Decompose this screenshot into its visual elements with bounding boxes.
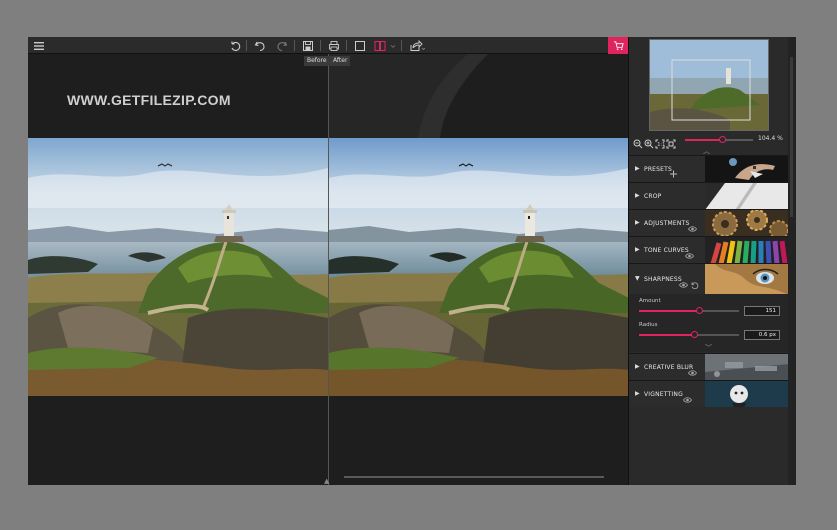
top-toolbar [28, 37, 628, 54]
shopping-cart-button[interactable] [608, 37, 628, 54]
amount-slider-fill [639, 310, 699, 312]
photo-editor-window: WWW.GETFILEZIP.COM ▲ Before After 1:1 10… [28, 37, 796, 485]
horizontal-scrollbar[interactable] [344, 476, 604, 478]
view-dropdown-icon[interactable] [389, 38, 397, 53]
expand-caret-icon: ▶ [635, 363, 640, 370]
reset-section-icon[interactable] [690, 274, 699, 290]
watermark-text: WWW.GETFILEZIP.COM [67, 92, 231, 108]
section-crop[interactable]: ▶ CROP [629, 182, 789, 209]
collapse-section-icon[interactable]: ﹀ [705, 343, 712, 353]
amount-value-field[interactable]: 151 [744, 306, 780, 316]
radius-value-field[interactable]: 0.6 px [744, 330, 780, 340]
section-label: CROP [644, 193, 662, 200]
amount-label: Amount [639, 298, 661, 304]
radius-slider-fill [639, 334, 694, 336]
section-label: VIGNETTING [644, 391, 683, 398]
expand-caret-icon: ▶ [635, 192, 640, 199]
after-image [329, 138, 628, 396]
amount-slider-handle[interactable] [695, 307, 703, 314]
section-adjustments[interactable]: ▶ ADJUSTMENTS [629, 209, 789, 236]
split-divider[interactable] [328, 54, 329, 485]
radius-slider[interactable] [639, 331, 739, 338]
section-creative-blur[interactable]: ▶ CREATIVE BLUR [629, 353, 789, 380]
zoom-in-icon[interactable] [644, 134, 654, 149]
zoom-controls: 1:1 104.4 % [633, 134, 785, 149]
presets-artwork [705, 156, 789, 182]
sharpness-artwork [705, 264, 789, 294]
after-label: After [330, 56, 351, 66]
vignetting-artwork [705, 381, 789, 407]
image-canvas[interactable]: WWW.GETFILEZIP.COM ▲ [28, 54, 628, 485]
zoom-value: 104.4 % [758, 135, 783, 142]
eye-icon[interactable] [688, 362, 697, 376]
eye-icon[interactable] [688, 218, 697, 232]
radius-slider-handle[interactable] [690, 331, 698, 338]
section-label: PRESETS [644, 166, 673, 173]
section-label: ADJUSTMENTS [644, 220, 690, 227]
redo-icon[interactable] [274, 38, 289, 53]
expand-caret-icon: ▶ [635, 246, 640, 253]
expand-caret-icon: ▶ [635, 165, 640, 172]
expand-caret-icon: ▶ [635, 219, 640, 226]
save-icon[interactable] [300, 38, 315, 53]
single-view-icon[interactable] [352, 38, 367, 53]
eye-icon[interactable] [679, 274, 688, 288]
expand-caret-icon: ▶ [635, 390, 640, 397]
creative-blur-artwork [705, 354, 789, 380]
section-vignetting[interactable]: ▶ VIGNETTING [629, 380, 789, 407]
adjustments-panel: 1:1 104.4 % ︿ ▶ PRESETS ▶ CROP ▶ ADJUSTM… [628, 37, 789, 485]
tone-curves-artwork [705, 237, 789, 263]
section-presets[interactable]: ▶ PRESETS [629, 155, 789, 182]
section-tone-curves[interactable]: ▶ TONE CURVES [629, 236, 789, 263]
section-label: TONE CURVES [644, 247, 689, 254]
before-image [28, 138, 328, 396]
adjustments-artwork [705, 210, 789, 236]
eye-icon[interactable] [683, 389, 692, 403]
plus-icon[interactable] [669, 163, 678, 178]
fit-to-screen-icon[interactable] [666, 134, 676, 149]
menu-icon[interactable] [31, 38, 46, 53]
radius-label: Radius [639, 322, 658, 328]
actual-size-icon[interactable]: 1:1 [655, 134, 665, 149]
section-sharpness[interactable]: ▼ SHARPNESS [629, 263, 789, 294]
print-icon[interactable] [326, 38, 341, 53]
share-icon[interactable] [407, 38, 427, 53]
collapse-caret-icon: ▼ [635, 275, 640, 282]
background-swirl [328, 54, 488, 138]
section-label: SHARPNESS [644, 276, 682, 283]
crop-artwork [705, 183, 789, 209]
amount-slider[interactable] [639, 307, 739, 314]
svg-text:1:1: 1:1 [657, 142, 665, 148]
eye-icon[interactable] [685, 245, 694, 259]
zoom-slider[interactable] [685, 136, 753, 143]
zoom-slider-handle[interactable] [718, 136, 726, 143]
before-label: Before [304, 56, 330, 66]
split-view-icon[interactable] [372, 38, 387, 53]
undo-icon[interactable] [252, 38, 267, 53]
navigator-thumbnail[interactable] [649, 39, 769, 131]
zoom-out-icon[interactable] [633, 134, 643, 149]
reset-icon[interactable] [227, 38, 242, 53]
collapse-filmstrip-icon[interactable]: ▲ [324, 477, 329, 485]
section-label: CREATIVE BLUR [644, 364, 694, 371]
cart-icon [613, 41, 624, 50]
panel-scrollbar-thumb[interactable] [790, 57, 793, 217]
zoom-slider-fill [685, 139, 723, 141]
